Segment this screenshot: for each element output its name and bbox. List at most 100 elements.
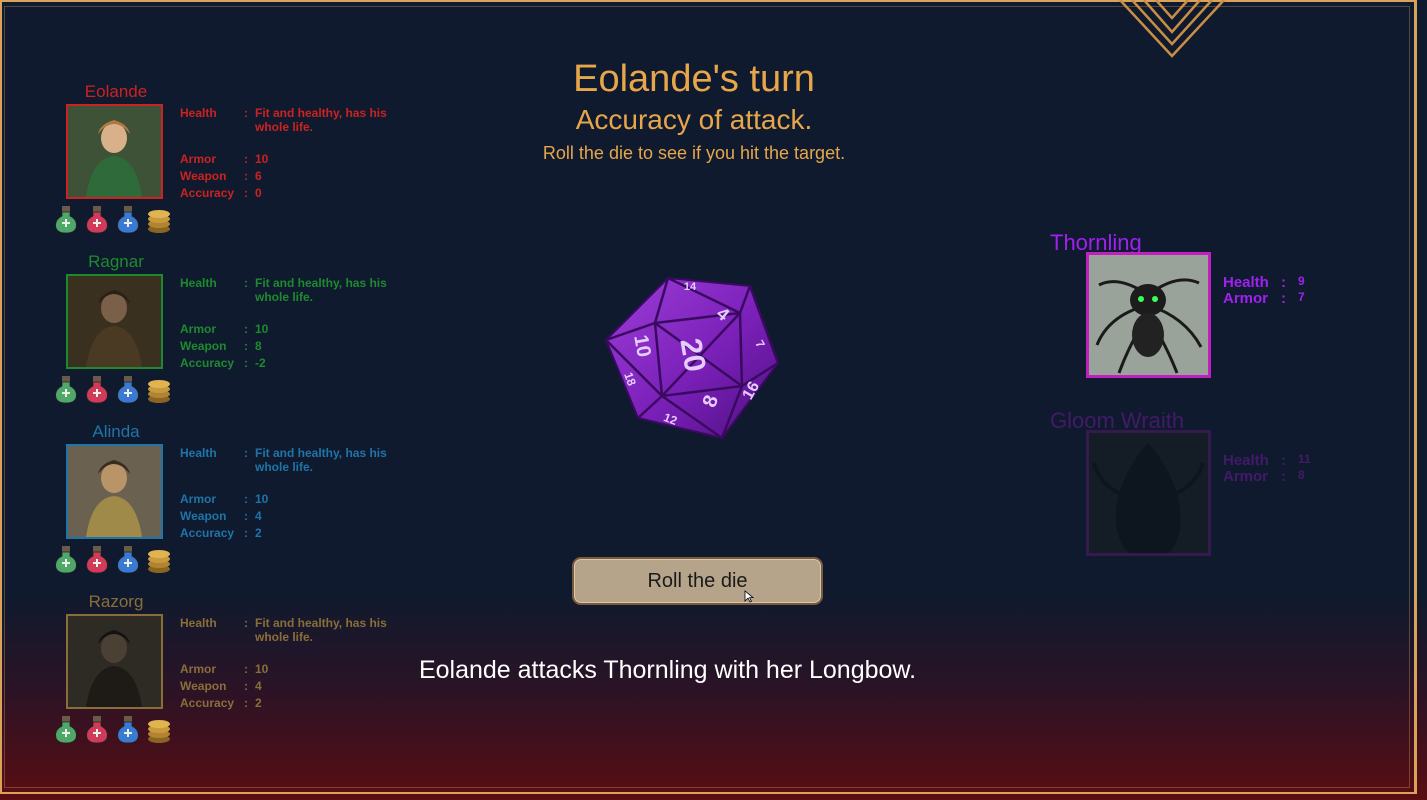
health-label: Health (180, 446, 217, 460)
accuracy-value: 2 (255, 696, 262, 710)
accuracy-label: Accuracy (180, 186, 235, 200)
blue-potion-icon[interactable] (114, 204, 142, 234)
health-value: Fit and healthy, has his whole life. (255, 276, 387, 304)
health-label: Health (180, 276, 217, 290)
character-portrait[interactable] (66, 274, 163, 369)
stat-separator: : (244, 152, 248, 166)
weapon-value: 8 (255, 339, 262, 353)
red-potion-icon[interactable] (83, 714, 111, 744)
party-member-name: Alinda (92, 422, 140, 441)
stat-separator: : (244, 276, 248, 290)
stat-separator: : (1281, 452, 1286, 469)
red-potion-icon[interactable] (83, 374, 111, 404)
armor-label: Armor (180, 662, 217, 676)
health-label: Health (180, 106, 217, 120)
weapon-label: Weapon (180, 339, 227, 353)
health-value: 9 (1298, 274, 1305, 288)
health-label: Health (1223, 452, 1269, 469)
stat-separator: : (244, 339, 248, 353)
enemy-portrait[interactable] (1086, 430, 1211, 556)
combat-narration: Eolande attacks Thornling with her Longb… (418, 656, 917, 684)
chevron-ornament-icon (1119, 0, 1225, 58)
stat-separator: : (1281, 468, 1286, 485)
character-portrait[interactable] (66, 614, 163, 709)
blue-potion-icon[interactable] (114, 714, 142, 744)
roll-die-button[interactable]: Roll the die (572, 557, 823, 605)
armor-value: 10 (255, 322, 269, 336)
turn-subtitle: Accuracy of attack. (575, 104, 813, 135)
stat-separator: : (244, 186, 248, 200)
green-potion-icon[interactable] (52, 544, 80, 574)
weapon-value: 6 (255, 169, 262, 183)
mouse-cursor-icon (744, 590, 754, 603)
gold-coins-icon[interactable] (145, 714, 173, 744)
armor-label: Armor (180, 152, 217, 166)
party-member-ragnar[interactable]: Ragnar Health : Fit and healthy, has his… (52, 252, 412, 412)
armor-value: 10 (255, 492, 269, 506)
health-value: Fit and healthy, has his whole life. (255, 446, 387, 474)
party-member-alinda[interactable]: Alinda Health : Fit and healthy, has his… (52, 422, 412, 582)
stat-separator: : (244, 106, 248, 120)
blue-potion-icon[interactable] (114, 544, 142, 574)
stat-separator: : (244, 446, 248, 460)
stat-separator: : (244, 322, 248, 336)
stat-separator: : (244, 662, 248, 676)
accuracy-label: Accuracy (180, 356, 235, 370)
character-portrait[interactable] (66, 444, 163, 539)
stat-separator: : (1281, 274, 1286, 291)
accuracy-label: Accuracy (180, 696, 235, 710)
armor-label: Armor (1223, 290, 1269, 307)
stat-separator: : (244, 616, 248, 630)
armor-label: Armor (180, 492, 217, 506)
stat-separator: : (244, 679, 248, 693)
enemy-thornling[interactable]: Thornling Health: 9 Armor: 7 (1050, 230, 1350, 390)
stat-separator: : (244, 526, 248, 540)
armor-value: 8 (1298, 468, 1305, 482)
health-label: Health (180, 616, 217, 630)
enemy-gloom-wraith[interactable]: Gloom Wraith Health : 11 Armor : 8 (1050, 408, 1350, 568)
health-label: Health (1223, 274, 1269, 291)
party-member-name: Razorg (88, 592, 144, 611)
enemy-portrait[interactable] (1086, 252, 1211, 378)
accuracy-value: -2 (255, 356, 266, 370)
health-value: 11 (1298, 452, 1311, 466)
character-portrait[interactable] (66, 104, 163, 199)
weapon-label: Weapon (180, 679, 227, 693)
green-potion-icon[interactable] (52, 714, 80, 744)
red-potion-icon[interactable] (83, 204, 111, 234)
die-face-main: 20 (673, 336, 711, 375)
stat-separator: : (244, 356, 248, 370)
stat-separator: : (1281, 290, 1286, 307)
die-face: 10 (629, 333, 655, 359)
gold-coins-icon[interactable] (145, 204, 173, 234)
stat-separator: : (244, 696, 248, 710)
blue-potion-icon[interactable] (114, 374, 142, 404)
d20-die-icon[interactable]: 20 8 10 4 16 14 12 7 18 (600, 268, 785, 443)
stat-separator: : (244, 492, 248, 506)
die-face: 14 (684, 281, 697, 293)
party-member-eolande[interactable]: Eolande Health : Fit and healthy, has hi… (52, 82, 412, 242)
turn-title: Eolande's turn (573, 58, 815, 100)
weapon-label: Weapon (180, 169, 227, 183)
party-member-name: Eolande (84, 82, 148, 101)
armor-value: 7 (1298, 290, 1305, 304)
party-member-razorg[interactable]: Razorg Health : Fit and healthy, has his… (52, 592, 412, 752)
gold-coins-icon[interactable] (145, 374, 173, 404)
green-potion-icon[interactable] (52, 204, 80, 234)
red-potion-icon[interactable] (83, 544, 111, 574)
green-potion-icon[interactable] (52, 374, 80, 404)
gold-coins-icon[interactable] (145, 544, 173, 574)
health-value: Fit and healthy, has his whole life. (255, 106, 387, 134)
stat-separator: : (244, 509, 248, 523)
accuracy-value: 0 (255, 186, 262, 200)
accuracy-label: Accuracy (180, 526, 235, 540)
armor-label: Armor (1223, 468, 1269, 485)
accuracy-value: 2 (255, 526, 262, 540)
weapon-label: Weapon (180, 509, 227, 523)
armor-value: 10 (255, 152, 269, 166)
turn-instruction: Roll the die to see if you hit the targe… (542, 143, 846, 163)
health-value: Fit and healthy, has his whole life. (255, 616, 387, 644)
party-member-name: Ragnar (88, 252, 144, 271)
stat-separator: : (244, 169, 248, 183)
weapon-value: 4 (255, 509, 262, 523)
